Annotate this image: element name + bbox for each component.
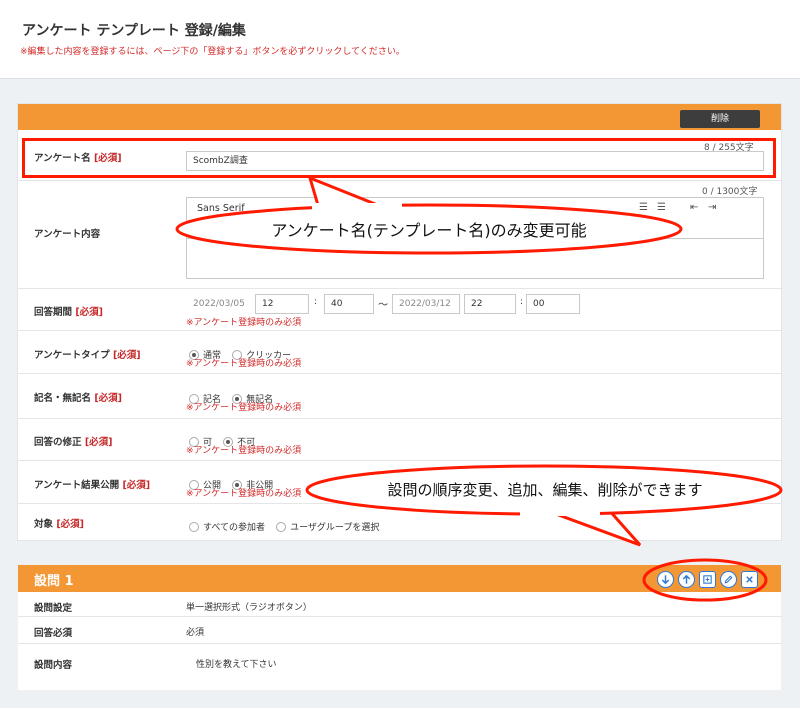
callout-text-name: アンケート名(テンプレート名)のみ変更可能 bbox=[271, 221, 587, 240]
callout-overlay bbox=[175, 175, 783, 602]
callout-text-questions: 設問の順序変更、追加、編集、削除ができます bbox=[387, 481, 703, 499]
callout-mask bbox=[520, 504, 600, 516]
highlight-ellipse-actions bbox=[642, 558, 768, 602]
callout-mask bbox=[312, 203, 402, 217]
